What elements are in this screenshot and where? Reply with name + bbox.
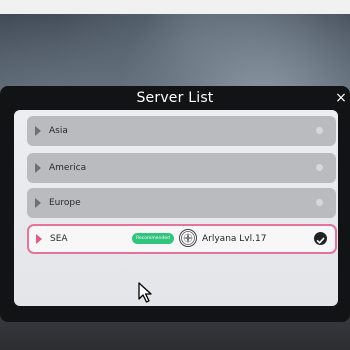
- play-triangle-icon: [36, 234, 42, 244]
- status-dot-icon: [316, 127, 323, 134]
- dialog-title: Server List: [136, 90, 214, 106]
- server-name: SEA: [50, 234, 68, 244]
- mouse-pointer-icon: [138, 282, 158, 304]
- server-name: America: [49, 163, 87, 173]
- recommended-badge: Recommended: [132, 233, 174, 244]
- server-row-asia[interactable]: Asia: [27, 116, 336, 146]
- compass-avatar-icon: [179, 229, 197, 247]
- game-scene: Server List × Asia America Europe SEA Re…: [0, 0, 350, 350]
- status-dot-icon: [316, 164, 323, 171]
- server-row-sea-selected[interactable]: SEA Recommended Arlyana Lvl.17: [27, 224, 337, 254]
- server-row-america[interactable]: America: [27, 153, 336, 183]
- play-triangle-icon: [35, 163, 41, 173]
- player-name-level: Arlyana Lvl.17: [202, 234, 267, 244]
- status-dot-icon: [316, 199, 323, 206]
- server-name: Asia: [49, 126, 68, 136]
- play-triangle-icon: [35, 198, 41, 208]
- checkmark-circle-icon: [314, 232, 327, 245]
- server-name: Europe: [49, 198, 81, 208]
- top-bar: [0, 0, 350, 14]
- play-triangle-icon: [35, 126, 41, 136]
- close-button[interactable]: ×: [334, 90, 348, 106]
- server-row-europe[interactable]: Europe: [27, 188, 336, 218]
